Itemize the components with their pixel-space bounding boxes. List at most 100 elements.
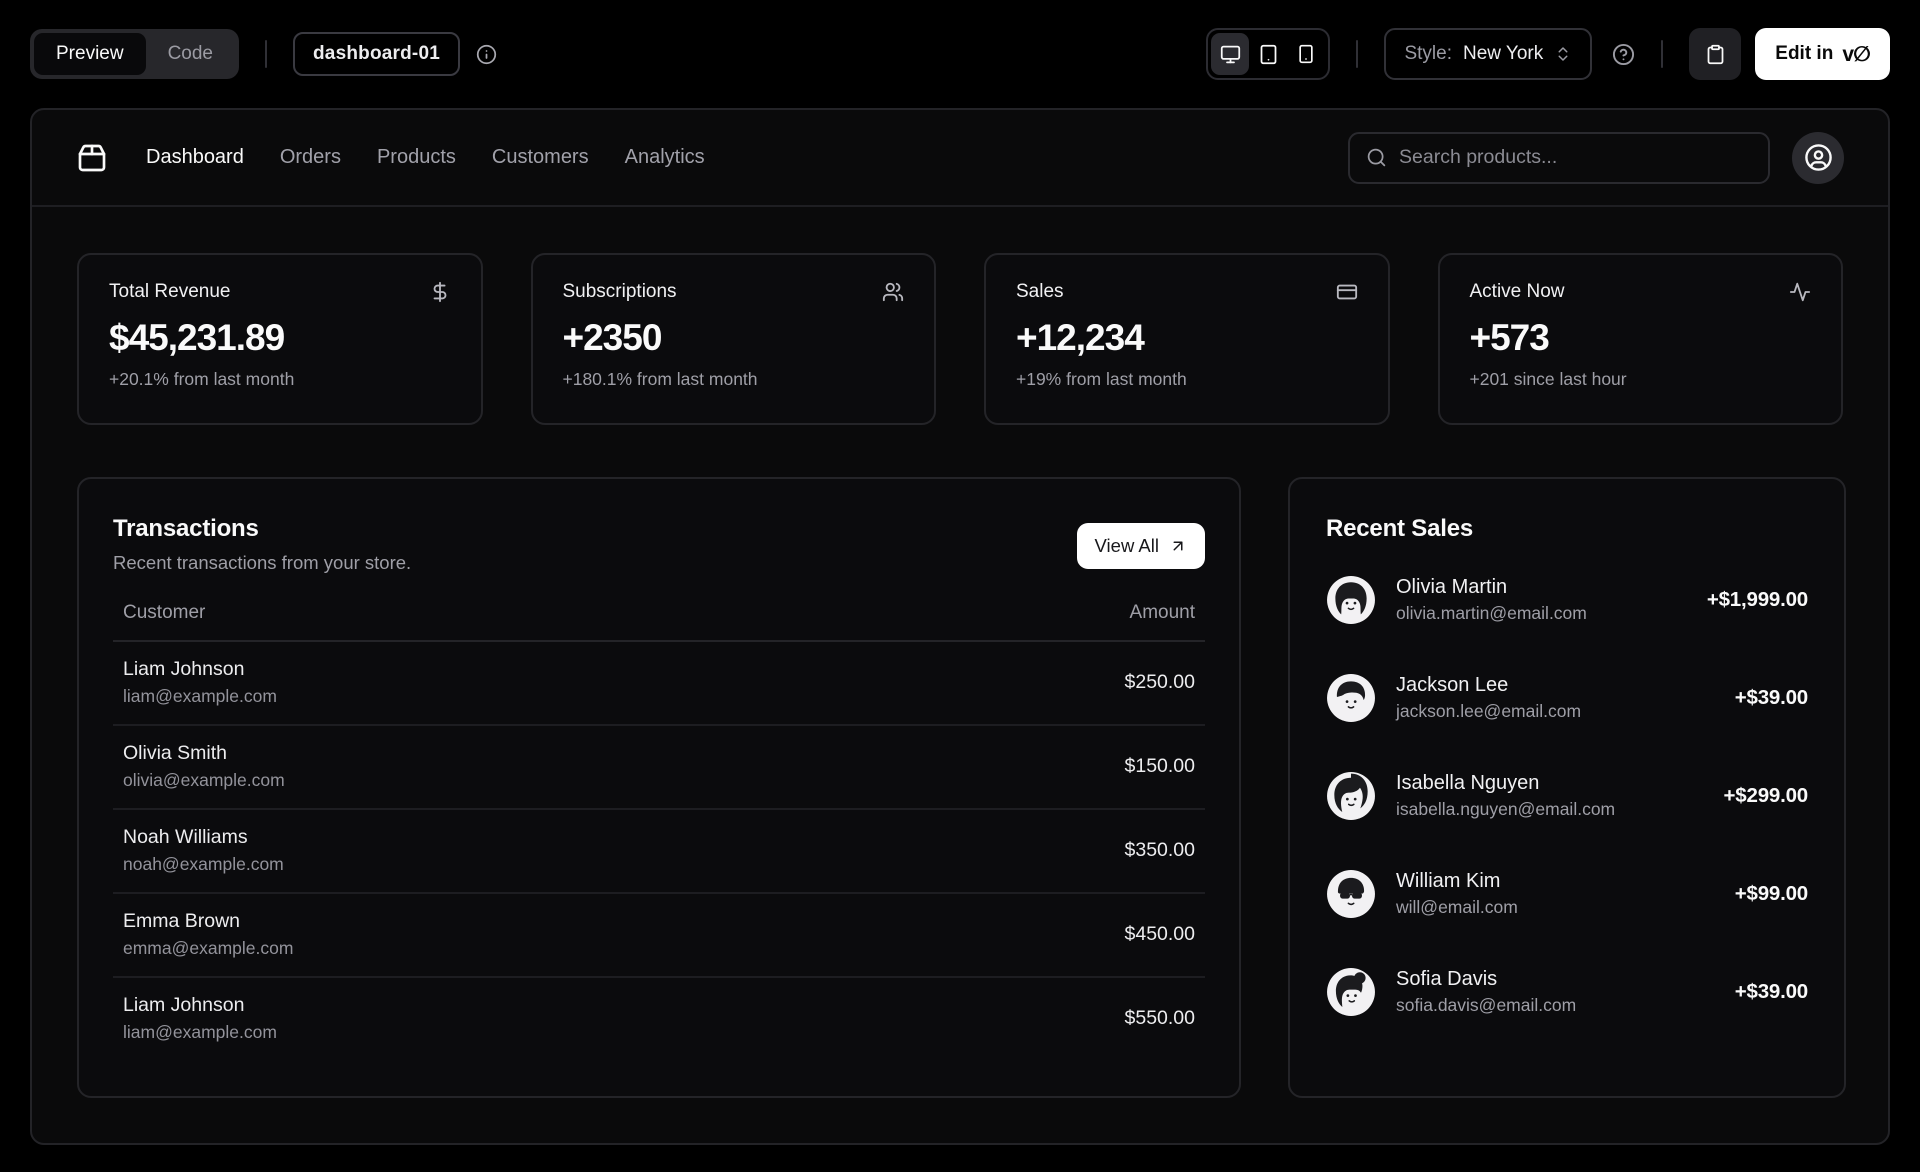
search-icon bbox=[1366, 147, 1387, 168]
dashboard-navbar: Dashboard Orders Products Customers Anal… bbox=[32, 110, 1888, 207]
stat-change: +20.1% from last month bbox=[109, 369, 295, 389]
table-row: Emma Brown emma@example.com $450.00 bbox=[113, 893, 1205, 978]
stat-title: Sales bbox=[1016, 281, 1064, 302]
recent-sales-title: Recent Sales bbox=[1326, 515, 1474, 542]
transactions-table: Customer Amount Liam Johnson liam@example… bbox=[113, 602, 1205, 1060]
customer-name: Noah Williams bbox=[123, 826, 248, 848]
sale-amount: +$1,999.00 bbox=[1706, 588, 1808, 611]
nav-link-products[interactable]: Products bbox=[377, 146, 456, 169]
transaction-amount: $450.00 bbox=[853, 893, 1205, 978]
v0-logo: v∅ bbox=[1842, 42, 1871, 66]
sale-customer-email: jackson.lee@email.com bbox=[1396, 701, 1582, 721]
toolbar-divider bbox=[1661, 40, 1664, 68]
sale-amount: +$99.00 bbox=[1734, 882, 1808, 905]
table-row: Liam Johnson liam@example.com $550.00 bbox=[113, 977, 1205, 1060]
nav-link-dashboard[interactable]: Dashboard bbox=[146, 146, 244, 169]
desktop-view-button[interactable] bbox=[1211, 33, 1250, 75]
tablet-icon bbox=[1258, 44, 1279, 65]
stat-title: Active Now bbox=[1469, 281, 1565, 302]
stat-card-active-now: Active Now +573 +201 since last hour bbox=[1437, 253, 1843, 425]
nav-link-customers[interactable]: Customers bbox=[492, 146, 589, 169]
transaction-amount: $150.00 bbox=[853, 725, 1205, 810]
transaction-amount: $250.00 bbox=[853, 641, 1205, 726]
chevrons-up-down-icon bbox=[1554, 45, 1572, 63]
copy-code-button[interactable] bbox=[1689, 28, 1742, 80]
dashboard-content: Total Revenue $45,231.89 +20.1% from las… bbox=[32, 207, 1888, 1143]
toolbar-divider bbox=[265, 40, 267, 68]
sale-customer-email: sofia.davis@email.com bbox=[1396, 995, 1577, 1015]
activity-icon bbox=[1789, 281, 1811, 303]
transactions-subtitle: Recent transactions from your store. bbox=[113, 552, 412, 573]
sale-customer-name: Olivia Martin bbox=[1396, 576, 1508, 598]
avatar bbox=[1326, 869, 1376, 919]
dashboard-preview-panel: Dashboard Orders Products Customers Anal… bbox=[30, 108, 1890, 1145]
avatar bbox=[1326, 673, 1376, 723]
edit-in-label: Edit in bbox=[1775, 43, 1834, 64]
stat-change: +19% from last month bbox=[1016, 369, 1187, 389]
customer-email: emma@example.com bbox=[123, 938, 294, 958]
sale-customer-name: Jackson Lee bbox=[1396, 674, 1509, 696]
tablet-view-button[interactable] bbox=[1249, 33, 1287, 75]
stat-card-subscriptions: Subscriptions +2350 +180.1% from last mo… bbox=[530, 253, 936, 425]
search-box bbox=[1348, 131, 1770, 184]
customer-email: noah@example.com bbox=[123, 854, 284, 874]
recent-sales-card: Recent Sales Olivia Martin olivia.martin@… bbox=[1288, 477, 1846, 1098]
edit-in-v0-button[interactable]: Edit in v∅ bbox=[1755, 28, 1890, 80]
smartphone-icon bbox=[1296, 44, 1316, 64]
nav-link-orders[interactable]: Orders bbox=[280, 146, 341, 169]
nav-links: Dashboard Orders Products Customers Anal… bbox=[146, 146, 705, 169]
list-item: Sofia Davis sofia.davis@email.com +$39.00 bbox=[1326, 967, 1808, 1017]
nav-link-analytics[interactable]: Analytics bbox=[625, 146, 705, 169]
avatar bbox=[1326, 771, 1376, 821]
list-item: William Kim will@email.com +$99.00 bbox=[1326, 869, 1808, 919]
avatar bbox=[1326, 575, 1376, 625]
credit-card-icon bbox=[1336, 281, 1358, 303]
transaction-amount: $550.00 bbox=[1124, 1007, 1196, 1029]
style-value: New York bbox=[1462, 43, 1544, 64]
toolbar-divider bbox=[1356, 40, 1359, 68]
stat-change: +180.1% from last month bbox=[562, 369, 758, 389]
sale-amount: +$299.00 bbox=[1723, 784, 1809, 807]
monitor-icon bbox=[1220, 44, 1241, 65]
transaction-amount: $350.00 bbox=[853, 809, 1205, 894]
search-input[interactable] bbox=[1399, 146, 1752, 169]
sale-customer-name: Sofia Davis bbox=[1396, 968, 1498, 990]
list-item: Olivia Martin olivia.martin@email.com +$1… bbox=[1326, 575, 1808, 625]
sale-amount: +$39.00 bbox=[1734, 980, 1808, 1003]
stat-change: +201 since last hour bbox=[1469, 369, 1627, 389]
dollar-sign-icon bbox=[429, 281, 451, 303]
view-all-button[interactable]: View All bbox=[1076, 523, 1205, 569]
preview-tab[interactable]: Preview bbox=[34, 33, 146, 75]
stat-card-total-revenue: Total Revenue $45,231.89 +20.1% from las… bbox=[77, 253, 483, 425]
lower-grid: Transactions Recent transactions from yo… bbox=[77, 477, 1846, 1098]
clipboard-icon bbox=[1705, 44, 1726, 65]
style-label: Style: bbox=[1404, 43, 1452, 64]
sale-amount: +$39.00 bbox=[1734, 686, 1808, 709]
user-menu-button[interactable] bbox=[1792, 131, 1844, 184]
stat-value: $45,231.89 bbox=[109, 317, 285, 358]
list-item: Isabella Nguyen isabella.nguyen@email.com… bbox=[1326, 771, 1808, 821]
sale-customer-email: olivia.martin@email.com bbox=[1396, 603, 1587, 623]
column-header-customer: Customer bbox=[113, 602, 854, 642]
stat-title: Subscriptions bbox=[562, 281, 677, 302]
customer-email: olivia@example.com bbox=[123, 770, 285, 790]
table-row: Noah Williams noah@example.com $350.00 bbox=[113, 809, 1205, 894]
stat-card-sales: Sales +12,234 +19% from last month bbox=[984, 253, 1390, 425]
mobile-view-button[interactable] bbox=[1287, 33, 1325, 75]
users-icon bbox=[882, 281, 904, 303]
style-select[interactable]: Style: New York bbox=[1384, 28, 1593, 80]
stat-value: +2350 bbox=[562, 317, 663, 358]
help-icon[interactable] bbox=[1612, 43, 1635, 66]
package-logo-icon[interactable] bbox=[76, 142, 108, 174]
info-icon[interactable] bbox=[476, 44, 497, 65]
table-row: Olivia Smith olivia@example.com $150.00 bbox=[113, 725, 1205, 810]
stat-value: +573 bbox=[1469, 317, 1550, 358]
customer-email: liam@example.com bbox=[123, 686, 277, 706]
transactions-title: Transactions bbox=[113, 515, 259, 542]
preview-code-toggle: Preview Code bbox=[30, 29, 239, 79]
avatar bbox=[1326, 967, 1376, 1017]
list-item: Jackson Lee jackson.lee@email.com +$39.00 bbox=[1326, 673, 1808, 723]
transactions-card: Transactions Recent transactions from yo… bbox=[77, 477, 1241, 1098]
code-tab[interactable]: Code bbox=[146, 33, 235, 75]
block-name-badge: dashboard-01 bbox=[293, 32, 460, 76]
